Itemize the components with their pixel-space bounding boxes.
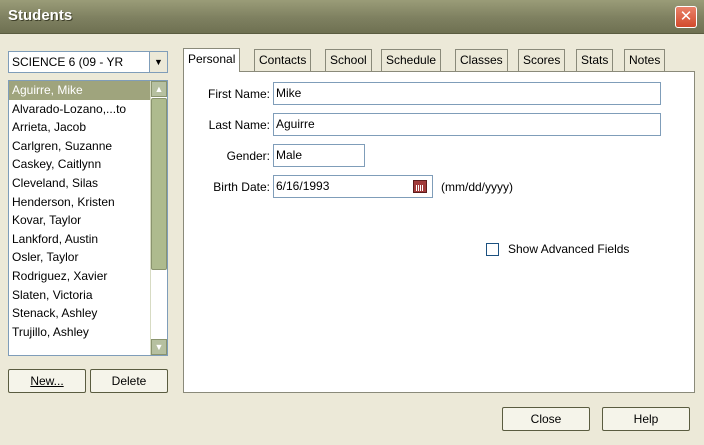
student-list-item[interactable]: Slaten, Victoria bbox=[9, 286, 167, 305]
student-list-item[interactable]: Cleveland, Silas bbox=[9, 174, 167, 193]
last-name-label: Last Name: bbox=[208, 118, 270, 132]
window-body: SCIENCE 6 (09 - YR ▼ Aguirre, Mike Alvara… bbox=[0, 35, 704, 445]
gender-label: Gender: bbox=[226, 149, 270, 163]
student-list-item[interactable]: Osler, Taylor bbox=[9, 248, 167, 267]
tab-schedule[interactable]: Schedule bbox=[381, 49, 442, 71]
chevron-down-icon[interactable]: ▼ bbox=[149, 52, 167, 72]
show-advanced-checkbox[interactable] bbox=[486, 243, 499, 256]
scroll-up-icon[interactable]: ▲ bbox=[151, 81, 167, 97]
student-list-item[interactable]: Trujillo, Ashley bbox=[9, 323, 167, 342]
student-list-item[interactable]: Kovar, Taylor bbox=[9, 211, 167, 230]
class-select-value: SCIENCE 6 (09 - YR bbox=[12, 55, 124, 69]
list-scrollbar[interactable]: ▲ ▼ bbox=[150, 81, 167, 355]
first-name-field[interactable]: Mike bbox=[273, 82, 661, 105]
student-list-item[interactable]: Aguirre, Mike bbox=[9, 81, 167, 100]
gender-field[interactable]: Male bbox=[273, 144, 365, 167]
delete-student-button[interactable]: Delete bbox=[90, 369, 168, 393]
personal-tab-panel: First Name: Mike Last Name: Aguirre Gend… bbox=[183, 71, 695, 393]
class-select[interactable]: SCIENCE 6 (09 - YR ▼ bbox=[8, 51, 168, 73]
last-name-field[interactable]: Aguirre bbox=[273, 113, 661, 136]
tab-scores[interactable]: Scores bbox=[518, 49, 566, 71]
student-list-item[interactable]: Rodriguez, Xavier bbox=[9, 267, 167, 286]
students-window: Students ✕ SCIENCE 6 (09 - YR ▼ Aguirre,… bbox=[0, 0, 704, 445]
tab-personal[interactable]: Personal bbox=[183, 48, 241, 72]
window-title: Students bbox=[8, 7, 73, 24]
birth-date-format-hint: (mm/dd/yyyy) bbox=[441, 180, 513, 194]
close-button[interactable]: Close bbox=[502, 407, 590, 431]
student-list-item[interactable]: Arrieta, Jacob bbox=[9, 118, 167, 137]
birth-date-value: 6/16/1993 bbox=[276, 179, 330, 193]
scroll-down-icon[interactable]: ▼ bbox=[151, 339, 167, 355]
student-list-item[interactable]: Alvarado-Lozano,...to bbox=[9, 100, 167, 119]
title-bar[interactable]: Students ✕ bbox=[0, 0, 704, 34]
student-list-item[interactable]: Lankford, Austin bbox=[9, 230, 167, 249]
new-student-button[interactable]: New... bbox=[8, 369, 86, 393]
student-list-item[interactable]: Henderson, Kristen bbox=[9, 193, 167, 212]
delete-button-label: Delete bbox=[111, 374, 147, 388]
birth-date-label: Birth Date: bbox=[213, 180, 270, 194]
tab-notes[interactable]: Notes bbox=[624, 49, 666, 71]
close-window-icon[interactable]: ✕ bbox=[675, 6, 697, 28]
help-button[interactable]: Help bbox=[602, 407, 690, 431]
calendar-icon[interactable] bbox=[413, 180, 427, 193]
scroll-thumb[interactable] bbox=[151, 98, 167, 270]
show-advanced-label: Show Advanced Fields bbox=[508, 242, 630, 256]
tab-stats[interactable]: Stats bbox=[576, 49, 614, 71]
student-list-item[interactable]: Carlgren, Suzanne bbox=[9, 137, 167, 156]
student-list-items: Aguirre, Mike Alvarado-Lozano,...to Arriet… bbox=[9, 81, 167, 341]
tab-school[interactable]: School bbox=[325, 49, 372, 71]
first-name-label: First Name: bbox=[207, 87, 270, 101]
student-list-item[interactable]: Caskey, Caitlynn bbox=[9, 155, 167, 174]
birth-date-field[interactable]: 6/16/1993 bbox=[273, 175, 433, 198]
help-button-label: Help bbox=[633, 412, 659, 426]
student-list[interactable]: Aguirre, Mike Alvarado-Lozano,...to Arriet… bbox=[8, 80, 168, 356]
student-list-item[interactable]: Stenack, Ashley bbox=[9, 304, 167, 323]
new-button-label: New... bbox=[30, 374, 64, 388]
tab-classes[interactable]: Classes bbox=[455, 49, 508, 71]
tab-contacts[interactable]: Contacts bbox=[254, 49, 312, 71]
close-button-label: Close bbox=[530, 412, 562, 426]
